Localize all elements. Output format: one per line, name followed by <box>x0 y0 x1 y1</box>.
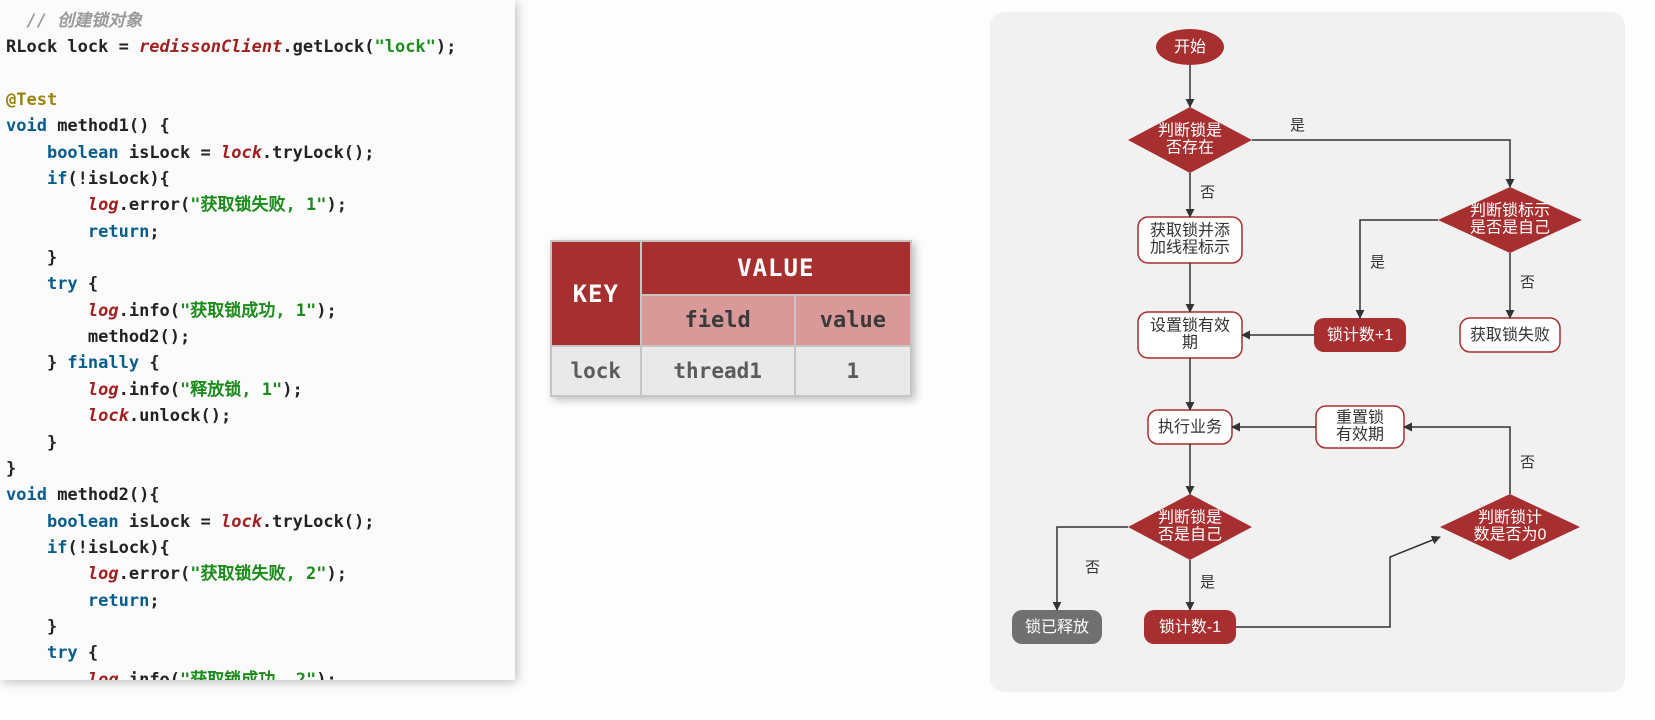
svg-text:否: 否 <box>1520 274 1535 291</box>
svg-text:是: 是 <box>1200 574 1215 591</box>
node-biz: 执行业务 <box>1148 410 1232 444</box>
cell-key: lock <box>551 346 641 396</box>
svg-text:是: 是 <box>1370 254 1385 271</box>
svg-text:否: 否 <box>1520 454 1535 471</box>
svg-text:是: 是 <box>1290 117 1305 134</box>
node-set-ttl: 设置锁有效期 <box>1138 312 1242 358</box>
svg-text:锁计数-1: 锁计数-1 <box>1159 618 1221 636</box>
node-zero-check: 判断锁计数是否为0 <box>1440 494 1580 560</box>
svg-text:判断锁是否存在: 判断锁是否存在 <box>1158 122 1222 157</box>
svg-text:获取锁并添加线程标示: 获取锁并添加线程标示 <box>1150 222 1230 257</box>
header-field: field <box>641 295 795 346</box>
svg-text:锁计数+1: 锁计数+1 <box>1327 326 1393 344</box>
svg-text:执行业务: 执行业务 <box>1158 418 1222 436</box>
svg-text:否: 否 <box>1200 184 1215 201</box>
svg-text:重置锁有效期: 重置锁有效期 <box>1336 409 1384 444</box>
header-value: VALUE <box>641 241 911 295</box>
svg-text:判断锁标示是否是自己: 判断锁标示是否是自己 <box>1470 202 1550 237</box>
node-lock-exist: 判断锁是否存在 <box>1128 107 1252 173</box>
node-self-check: 判断锁是否是自己 <box>1128 494 1252 560</box>
svg-text:判断锁是否是自己: 判断锁是否是自己 <box>1158 509 1222 544</box>
node-decr: 锁计数-1 <box>1144 610 1236 644</box>
node-incr: 锁计数+1 <box>1314 318 1406 352</box>
svg-text:开始: 开始 <box>1174 38 1206 56</box>
flowchart-svg: 开始 判断锁是否存在 获取锁并添加线程标示 判断锁标示是否是自己 设置锁有效期 … <box>990 12 1625 692</box>
node-released: 锁已释放 <box>1012 610 1102 644</box>
key-value-table: KEY VALUE field value lock thread1 1 <box>550 240 912 397</box>
code-block: // 创建锁对象 RLock lock = redissonClient.get… <box>6 8 515 680</box>
svg-text:锁已释放: 锁已释放 <box>1025 618 1089 636</box>
node-reset: 重置锁有效期 <box>1316 406 1404 448</box>
header-key: KEY <box>551 241 641 346</box>
node-owner-check: 判断锁标示是否是自己 <box>1438 187 1582 253</box>
node-acquire: 获取锁并添加线程标示 <box>1138 217 1242 263</box>
svg-text:否: 否 <box>1085 559 1100 576</box>
code-panel: // 创建锁对象 RLock lock = redissonClient.get… <box>0 0 515 680</box>
cell-field: thread1 <box>641 346 795 396</box>
flowchart: 开始 判断锁是否存在 获取锁并添加线程标示 判断锁标示是否是自己 设置锁有效期 … <box>990 12 1625 692</box>
header-sub-value: value <box>795 295 911 346</box>
svg-text:判断锁计数是否为0: 判断锁计数是否为0 <box>1474 509 1547 544</box>
cell-value: 1 <box>795 346 911 396</box>
node-fail: 获取锁失败 <box>1460 318 1560 352</box>
svg-text:获取锁失败: 获取锁失败 <box>1470 326 1550 344</box>
